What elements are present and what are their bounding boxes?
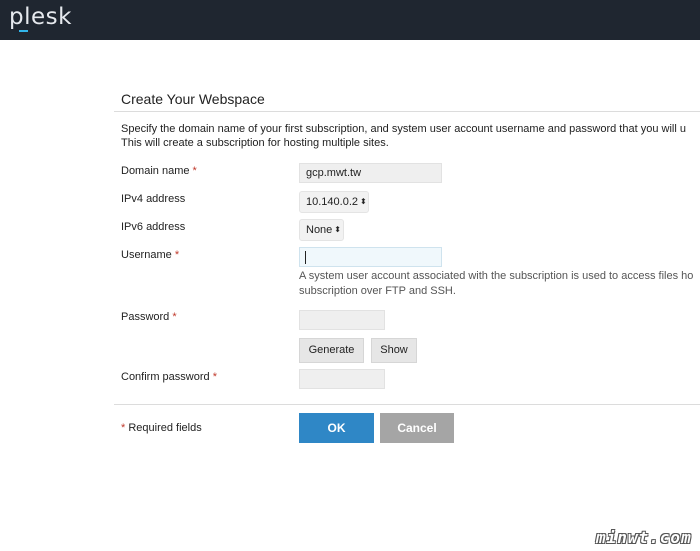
required-marker: * bbox=[174, 249, 180, 261]
domain-name-value: gcp.mwt.tw bbox=[306, 167, 362, 179]
username-input[interactable] bbox=[299, 247, 442, 267]
form-description: Specify the domain name of your first su… bbox=[121, 122, 700, 150]
ipv4-address-value: 10.140.0.2 bbox=[306, 196, 358, 208]
form-divider bbox=[114, 404, 700, 405]
domain-name-label-text: Domain name bbox=[121, 165, 190, 177]
ipv6-address-select[interactable]: None ⬍ bbox=[299, 219, 344, 241]
title-divider bbox=[114, 111, 700, 112]
select-arrows-icon: ⬍ bbox=[334, 225, 341, 234]
logo-accent bbox=[19, 30, 28, 32]
top-bar: plesk bbox=[0, 0, 700, 40]
hint-line: A system user account associated with th… bbox=[299, 270, 694, 282]
watermark: minwt.com bbox=[596, 528, 692, 547]
generate-button[interactable]: Generate bbox=[299, 338, 364, 363]
required-fields-note: * Required fields bbox=[121, 422, 202, 434]
description-line: This will create a subscription for host… bbox=[121, 137, 389, 149]
password-label-text: Password bbox=[121, 311, 170, 323]
required-marker: * bbox=[172, 311, 177, 323]
username-hint: A system user account associated with th… bbox=[299, 269, 700, 299]
password-label: Password * bbox=[121, 311, 177, 323]
required-fields-text: Required fields bbox=[128, 422, 202, 434]
username-label-text: Username bbox=[121, 249, 172, 261]
domain-name-label: Domain name * bbox=[121, 165, 197, 177]
page-title: Create Your Webspace bbox=[121, 91, 265, 107]
confirm-password-label-text: Confirm password bbox=[121, 371, 210, 383]
password-input[interactable] bbox=[299, 310, 385, 330]
required-marker: * bbox=[212, 371, 217, 383]
confirm-password-input[interactable] bbox=[299, 369, 385, 389]
text-caret bbox=[305, 251, 306, 264]
cancel-button[interactable]: Cancel bbox=[380, 413, 454, 443]
description-line: Specify the domain name of your first su… bbox=[121, 123, 686, 135]
ipv4-address-select[interactable]: 10.140.0.2 ⬍ bbox=[299, 191, 369, 213]
domain-name-input[interactable]: gcp.mwt.tw bbox=[299, 163, 442, 183]
show-button[interactable]: Show bbox=[371, 338, 417, 363]
ipv6-address-label: IPv6 address bbox=[121, 221, 186, 233]
required-marker: * bbox=[192, 165, 197, 177]
plesk-logo[interactable]: plesk bbox=[9, 4, 72, 30]
ok-button[interactable]: OK bbox=[299, 413, 374, 443]
ipv6-address-value: None bbox=[306, 224, 333, 236]
hint-line: subscription over FTP and SSH. bbox=[299, 285, 456, 297]
select-arrows-icon: ⬍ bbox=[360, 197, 367, 206]
ipv4-address-label: IPv4 address bbox=[121, 193, 186, 205]
confirm-password-label: Confirm password * bbox=[121, 371, 217, 383]
username-label: Username * bbox=[121, 249, 179, 261]
required-marker: * bbox=[121, 422, 126, 434]
